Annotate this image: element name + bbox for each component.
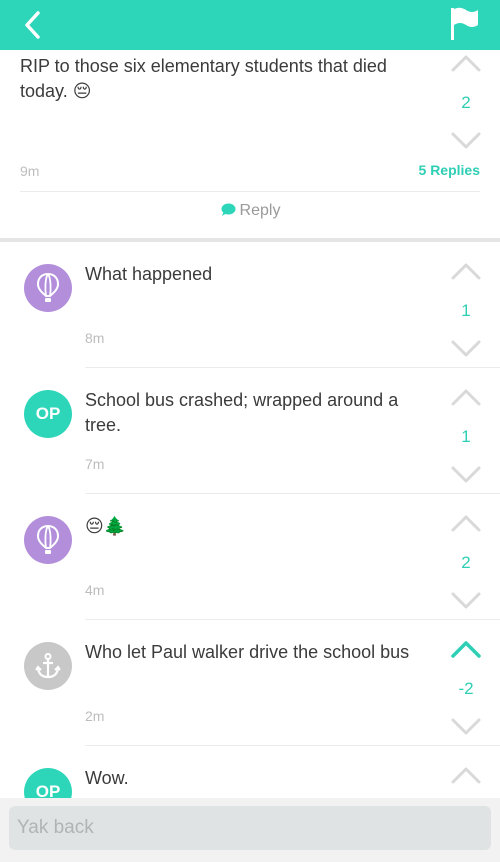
downvote-icon[interactable] xyxy=(450,338,482,360)
post-emoji: 😔 xyxy=(72,81,92,101)
balloon-icon xyxy=(37,524,59,554)
avatar xyxy=(24,642,72,690)
post-timestamp: 9m xyxy=(20,163,40,179)
avatar-op: OP xyxy=(24,768,72,798)
comment-timestamp: 2m xyxy=(85,708,105,724)
comment-vote-count: -2 xyxy=(458,679,474,698)
comment-vote-count: 2 xyxy=(461,553,471,572)
comment-vote-control: 1 xyxy=(448,386,484,486)
anchor-icon xyxy=(35,653,61,679)
avatar xyxy=(24,516,72,564)
reply-label: Reply xyxy=(239,202,281,219)
comment-item: Who let Paul walker drive the school bus… xyxy=(0,620,500,746)
original-post: RIP to those six elementary students tha… xyxy=(0,50,500,238)
upvote-icon[interactable] xyxy=(450,764,482,786)
avatar-op: OP xyxy=(24,390,72,438)
comment-vote-count: 1 xyxy=(461,427,471,446)
comment-item: OP Wow. xyxy=(0,746,500,798)
downvote-icon[interactable] xyxy=(450,130,482,152)
comment-vote-control: 2 xyxy=(448,512,484,612)
back-icon[interactable] xyxy=(18,8,52,42)
comment-text: 😔🌲 xyxy=(85,516,127,536)
downvote-icon[interactable] xyxy=(450,464,482,486)
upvote-icon-active[interactable] xyxy=(450,638,482,660)
yak-back-input[interactable] xyxy=(9,806,491,850)
post-vote-count: 2 xyxy=(461,93,471,112)
comment-vote-count: 1 xyxy=(461,301,471,320)
upvote-icon[interactable] xyxy=(450,512,482,534)
upvote-icon[interactable] xyxy=(450,260,482,282)
post-divider xyxy=(20,191,480,192)
comment-item: OP School bus crashed; wrapped around a … xyxy=(0,368,500,494)
comment-timestamp: 4m xyxy=(85,582,105,598)
reply-bar xyxy=(0,798,500,862)
comment-text: What happened xyxy=(85,264,213,284)
comment-text: Who let Paul walker drive the school bus xyxy=(85,642,410,662)
top-bar xyxy=(0,0,500,50)
comment-vote-control: -2 xyxy=(448,638,484,738)
downvote-icon[interactable] xyxy=(450,716,482,738)
flag-icon[interactable] xyxy=(448,6,480,42)
post-text: RIP to those six elementary students tha… xyxy=(20,54,420,104)
upvote-icon[interactable] xyxy=(450,386,482,408)
upvote-icon[interactable] xyxy=(450,52,482,74)
comment-timestamp: 7m xyxy=(85,456,105,472)
comment-text: Wow. xyxy=(85,768,129,788)
comment-text: School bus crashed; wrapped around a tre… xyxy=(85,390,399,435)
replies-count-link[interactable]: 5 Replies xyxy=(419,162,480,178)
comment-vote-control xyxy=(448,764,484,786)
post-vote-control: 2 xyxy=(448,52,484,152)
speech-bubble-icon xyxy=(221,203,236,216)
downvote-icon[interactable] xyxy=(450,590,482,612)
comment-timestamp: 8m xyxy=(85,330,105,346)
comment-item: 😔🌲 4m 2 xyxy=(0,494,500,620)
comment-vote-control: 1 xyxy=(448,260,484,360)
balloon-icon xyxy=(37,272,59,302)
reply-button[interactable]: Reply xyxy=(0,202,500,220)
comment-item: What happened 8m 1 xyxy=(0,242,500,368)
avatar xyxy=(24,264,72,312)
